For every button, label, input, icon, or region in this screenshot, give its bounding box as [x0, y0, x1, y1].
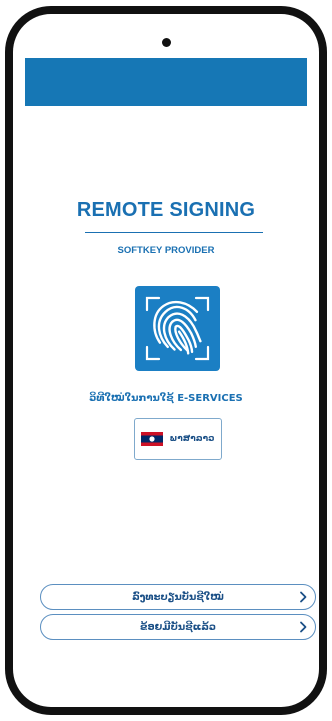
- register-account-button[interactable]: ລົງທະບຽນບັນຊີໃໝ່: [40, 584, 316, 610]
- existing-account-label: ຂ້ອຍມີບັນຊີແລ້ວ: [139, 621, 217, 633]
- title-divider: [85, 232, 263, 233]
- fingerprint-icon: [135, 286, 220, 371]
- tagline: ວິທີໃໝ່ໃນການໃຊ້ E-SERVICES: [89, 393, 243, 404]
- app-subtitle: SOFTKEY PROVIDER: [117, 245, 215, 256]
- app-bar: [25, 58, 307, 106]
- laos-flag-icon: [141, 432, 164, 446]
- chevron-right-icon: [300, 621, 307, 633]
- app-screen: REMOTE SIGNING SOFTKEY PROVIDER ວິທີໃໝ່ໃ…: [13, 14, 319, 707]
- front-camera: [162, 38, 171, 47]
- register-account-label: ລົງທະບຽນບັນຊີໃໝ່: [132, 591, 224, 603]
- fingerprint-graphic: [145, 296, 210, 361]
- existing-account-button[interactable]: ຂ້ອຍມີບັນຊີແລ້ວ: [40, 614, 316, 640]
- language-label: ພາສາລາວ: [169, 434, 215, 444]
- chevron-right-icon: [300, 591, 307, 603]
- language-button[interactable]: ພາສາລາວ: [134, 418, 222, 460]
- app-title: REMOTE SIGNING: [76, 199, 256, 221]
- phone-frame: REMOTE SIGNING SOFTKEY PROVIDER ວິທີໃໝ່ໃ…: [5, 6, 327, 715]
